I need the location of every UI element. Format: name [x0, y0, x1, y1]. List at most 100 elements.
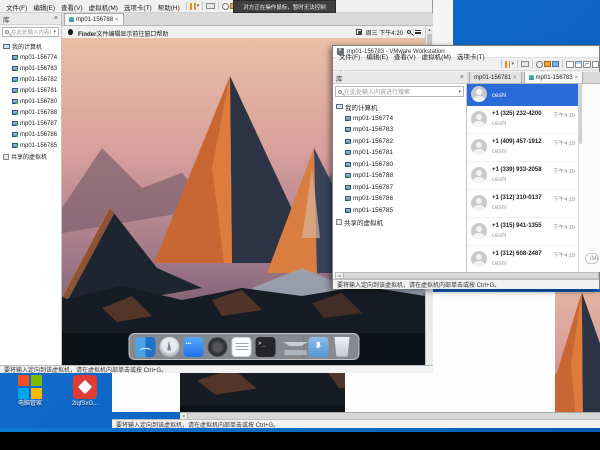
vm-tree-item[interactable]: mp01-156774 [333, 113, 466, 125]
chevron-down-icon[interactable]: ▾ [458, 89, 461, 95]
conversation-item[interactable]: +1 (312) 310-0137 下午4:19 ceshi [467, 190, 578, 218]
menu-item[interactable]: 帮助(H) [155, 5, 183, 12]
vm-tree-item[interactable]: mp01-156781 [333, 147, 466, 159]
snapshot-clock-icon[interactable] [222, 3, 229, 10]
vm-tree-item[interactable]: mp01-156787 [333, 182, 466, 194]
vm-tree-item[interactable]: mp01-156786 [333, 193, 466, 205]
downloads-icon[interactable] [308, 337, 328, 357]
vm-tree-item[interactable]: mp01-156782 [0, 74, 61, 85]
manage-snapshots-icon[interactable] [552, 61, 559, 67]
vm-tree-item[interactable]: mp01-156774 [0, 52, 61, 63]
vm-tree-item[interactable]: mp01-156780 [333, 159, 466, 171]
apple-icon[interactable] [68, 29, 73, 35]
close-icon[interactable]: × [460, 73, 464, 83]
snapshot-clock-icon[interactable] [536, 61, 543, 68]
fullscreen-icon[interactable] [583, 61, 590, 68]
remote-control-tooltip: 对方正在操作鼠标，暂时无法控制 [233, 0, 336, 13]
vm-tree-item[interactable]: mp01-156781 [0, 85, 61, 96]
send-ctrl-alt-del-icon[interactable] [521, 61, 529, 67]
pause-dropdown-caret[interactable]: ▾ [197, 3, 200, 10]
tab-mp01-156781[interactable]: mp01-156781 × [469, 72, 522, 83]
vm-tree-item[interactable]: mp01-156785 [0, 140, 61, 151]
horizontal-scrollbar[interactable]: ◂ [335, 272, 599, 279]
trash-icon[interactable] [332, 337, 352, 357]
vm-tree-item[interactable]: mp01-156788 [333, 170, 466, 182]
vm-tree-item[interactable]: mp01-156787 [0, 118, 61, 129]
tree-node-my-computer[interactable]: 我的计算机 [0, 41, 61, 52]
vm-name: mp01-156787 [353, 184, 393, 191]
vm-tree-item[interactable]: mp01-156785 [333, 205, 466, 217]
vm-tree-item[interactable]: mp01-156786 [0, 129, 61, 140]
take-snapshot-icon[interactable] [544, 61, 551, 67]
pause-icon[interactable] [190, 3, 196, 10]
menu-item[interactable]: 文件(F) [336, 54, 363, 61]
pause-icon[interactable] [505, 61, 510, 68]
desktop-icon-label: 2lqfSxG... [58, 401, 112, 408]
tree-node-my-computer[interactable]: 我的计算机 [333, 101, 466, 113]
stacks-icon[interactable] [279, 337, 299, 357]
desktop-icon-pc-manager[interactable]: 电脑管家 [3, 375, 57, 408]
tree-node-shared-vms[interactable]: 共享的虚拟机 [333, 216, 466, 228]
tab-mp01-156788[interactable]: mp01-156788 × [64, 13, 124, 25]
vm-tree-item[interactable]: mp01-156788 [0, 107, 61, 118]
input-source-icon[interactable] [356, 29, 362, 35]
desktop-icon-file[interactable]: 2lqfSxG... [58, 375, 112, 408]
chevron-down-icon[interactable]: ▾ [53, 29, 56, 35]
tree-node-shared-vms[interactable]: 共享的虚拟机 [0, 151, 61, 162]
conversation-item[interactable]: +1 (409) 457-1912 下午4:19 ceshi [467, 134, 578, 162]
conversation-selected[interactable]: ceshi [467, 84, 578, 106]
phone-number: +1 (409) 457-1912 [492, 139, 542, 145]
vm-tree-item[interactable]: mp01-156783 [333, 124, 466, 136]
scroll-up-button[interactable]: ▲ [426, 26, 433, 33]
menu-item[interactable]: 编辑(E) [363, 54, 391, 61]
scroll-left-button[interactable]: ◂ [336, 273, 344, 278]
vm-tree-item[interactable]: mp01-156783 [0, 63, 61, 74]
conversation-item[interactable]: +1 (325) 232-4200 下午4:19 ceshi [467, 106, 578, 134]
macos-menu-item[interactable]: 显示 [120, 32, 132, 38]
conversation-item[interactable]: +1 (315) 941-1355 下午4:19 ceshi [467, 218, 578, 246]
tab-close-icon[interactable]: × [575, 75, 579, 81]
tab-close-icon[interactable]: × [513, 75, 517, 81]
console-view-icon[interactable] [575, 61, 582, 68]
close-icon[interactable]: × [54, 14, 58, 24]
menu-item[interactable]: 编辑(E) [30, 5, 58, 12]
menu-item[interactable]: 查看(V) [391, 54, 419, 61]
messages-icon[interactable] [183, 337, 203, 357]
menu-item[interactable]: 选项卡(T) [454, 54, 488, 61]
imessage-input[interactable]: iMessage [585, 253, 599, 264]
launchpad-icon[interactable] [159, 337, 179, 357]
preferences-icon[interactable] [207, 337, 227, 357]
conversation-item[interactable]: +1 (339) 933-2058 下午4:19 ceshi [467, 162, 578, 190]
menu-item[interactable]: 虚拟机(M) [86, 5, 121, 12]
macos-menu-item[interactable]: 帮助 [156, 32, 168, 38]
menu-item[interactable]: 选项卡(T) [121, 5, 155, 12]
show-library-icon[interactable] [566, 61, 573, 68]
macos-menu-item[interactable]: 文件 [96, 32, 108, 38]
conversation-item[interactable]: +1 (312) 608-2487 下午4:19 ceshi [467, 246, 578, 272]
library-search-input[interactable]: 在此处输入内容进行搜索 ▾ [335, 86, 464, 97]
notification-center-icon[interactable] [415, 29, 421, 35]
textedit-icon[interactable] [231, 337, 251, 357]
macos-menu-item[interactable]: 窗口 [144, 32, 156, 38]
vm-tree-item[interactable]: mp01-156782 [333, 136, 466, 148]
library-search-input[interactable]: 在此处输入内容进行搜索 ▾ [2, 27, 59, 37]
tab-mp01-156783[interactable]: mp01-156783 × [524, 72, 584, 83]
unity-icon[interactable] [592, 61, 599, 68]
vm-icon [345, 162, 351, 167]
macos-menu-item[interactable]: 前往 [132, 32, 144, 38]
menu-item[interactable]: 文件(F) [3, 5, 30, 12]
pause-dropdown-caret[interactable]: ▾ [511, 61, 514, 68]
menu-item[interactable]: 虚拟机(M) [419, 54, 454, 61]
vm-tree-item[interactable]: mp01-156780 [0, 96, 61, 107]
macos-menu-item[interactable]: Finder [78, 32, 96, 38]
send-ctrl-alt-del-icon[interactable] [206, 3, 215, 9]
vm-console-messages-app[interactable]: ceshi +1 (325) 232-4200 下午4:19 ceshi +1 … [467, 84, 600, 272]
tab-close-icon[interactable]: × [115, 17, 119, 23]
background-horizontal-scrollbar[interactable]: ◂ [180, 412, 600, 419]
menu-item[interactable]: 查看(V) [58, 5, 86, 12]
terminal-icon[interactable] [255, 337, 275, 357]
finder-icon[interactable] [135, 337, 155, 357]
menu-clock[interactable]: 周三 下午4:20 [366, 28, 403, 37]
macos-menu-item[interactable]: 编辑 [108, 32, 120, 38]
spotlight-search-icon[interactable] [407, 30, 411, 34]
